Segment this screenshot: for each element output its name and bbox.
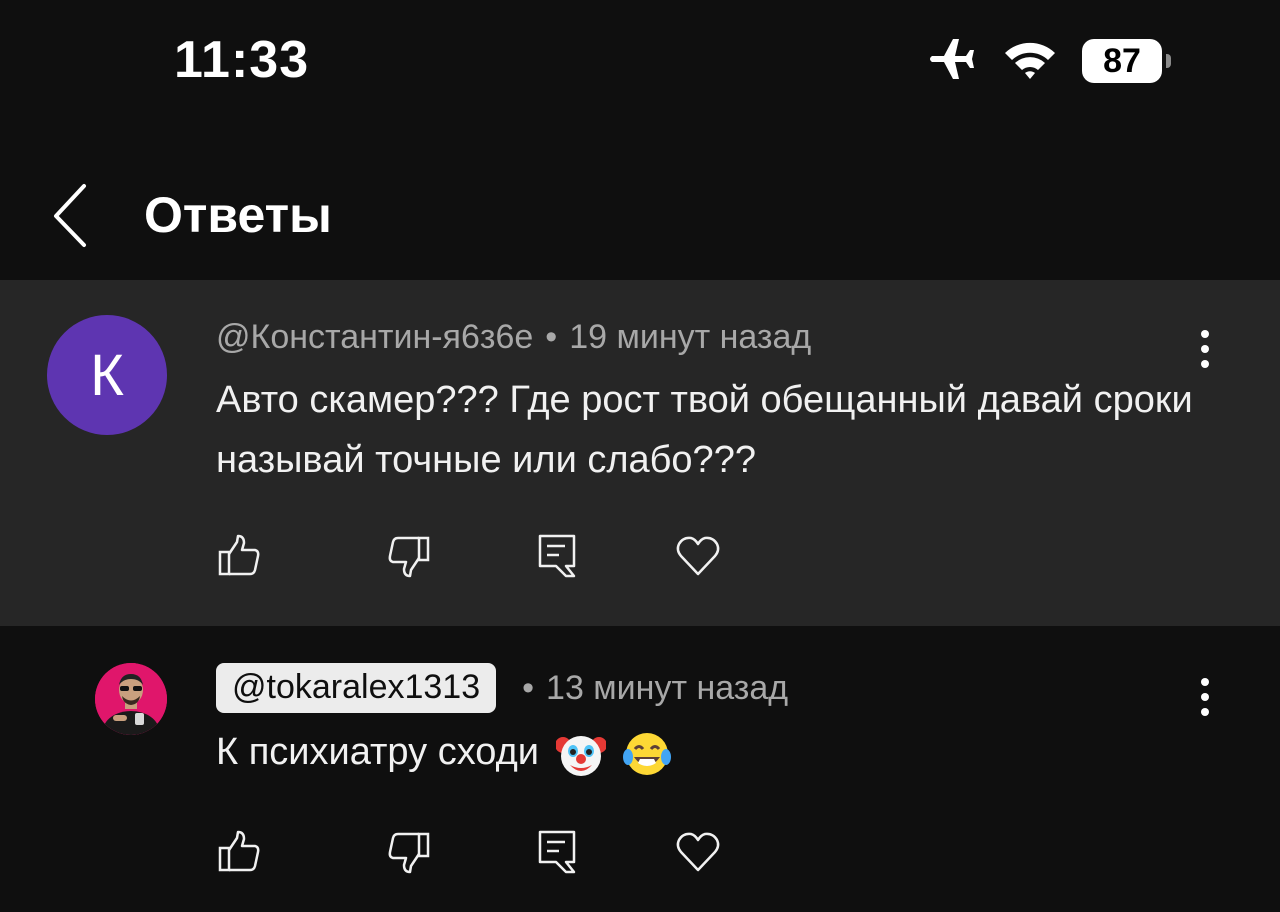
avatar[interactable]	[95, 663, 167, 735]
like-button[interactable]	[216, 532, 264, 580]
screen: 11:33 87 Ответы К @Константин-я6з6е • 19…	[0, 0, 1280, 912]
more-vertical-icon	[1201, 678, 1209, 716]
separator-dot: •	[545, 318, 558, 356]
reply-comment: @tokaralex1313 • 13 минут назад К психиа…	[0, 626, 1280, 912]
like-button[interactable]	[216, 828, 264, 876]
like-icon	[218, 534, 260, 576]
separator-dot: •	[522, 668, 535, 707]
more-options-button[interactable]	[1190, 674, 1220, 724]
reply-button[interactable]	[534, 532, 582, 580]
reply-icon	[538, 830, 576, 874]
reply-button[interactable]	[534, 828, 582, 876]
parent-comment: К @Константин-я6з6е • 19 минут назад Авт…	[0, 280, 1280, 626]
dislike-icon	[388, 536, 430, 578]
like-icon	[218, 830, 260, 872]
wifi-icon	[1002, 37, 1058, 86]
comment-time: 13 минут назад	[546, 668, 789, 707]
more-vertical-icon	[1201, 330, 1209, 368]
clown-face-emoji	[554, 729, 607, 779]
comment-author[interactable]: @tokaralex1313	[216, 663, 497, 713]
header: Ответы	[0, 150, 1280, 278]
heart-button[interactable]	[674, 828, 722, 876]
comment-text: Авто скамер??? Где рост твой обещанный д…	[216, 379, 1193, 481]
reply-icon	[538, 534, 576, 578]
comment-meta: @Константин-я6з6е • 19 минут назад	[216, 318, 811, 357]
battery-level: 87	[1103, 41, 1141, 80]
airplane-icon	[926, 35, 978, 88]
comment-meta: @tokaralex1313 • 13 минут назад	[216, 663, 788, 713]
comment-text: К психиатру сходи	[216, 722, 1206, 782]
heart-icon	[676, 832, 720, 872]
comment-time: 19 минут назад	[569, 318, 812, 356]
dislike-button[interactable]	[384, 828, 432, 876]
avatar-letter: К	[90, 342, 124, 408]
dislike-icon	[388, 832, 430, 874]
status-icons: 87	[926, 35, 1171, 88]
dislike-button[interactable]	[384, 532, 432, 580]
back-button[interactable]	[44, 180, 100, 250]
chevron-left-icon	[54, 184, 86, 247]
heart-icon	[676, 536, 720, 576]
comment-author[interactable]: @Константин-я6з6е	[216, 318, 533, 357]
comment-text-body: К психиатру сходи	[216, 731, 539, 773]
page-title: Ответы	[144, 187, 332, 243]
tears-of-joy-emoji	[622, 729, 672, 779]
battery-icon: 87	[1082, 39, 1171, 83]
battery-nub	[1166, 54, 1171, 68]
avatar[interactable]: К	[47, 315, 167, 435]
heart-button[interactable]	[674, 532, 722, 580]
status-bar: 11:33 87	[0, 0, 1280, 120]
more-options-button[interactable]	[1190, 326, 1220, 376]
status-time: 11:33	[174, 31, 310, 89]
user-photo	[95, 663, 167, 735]
